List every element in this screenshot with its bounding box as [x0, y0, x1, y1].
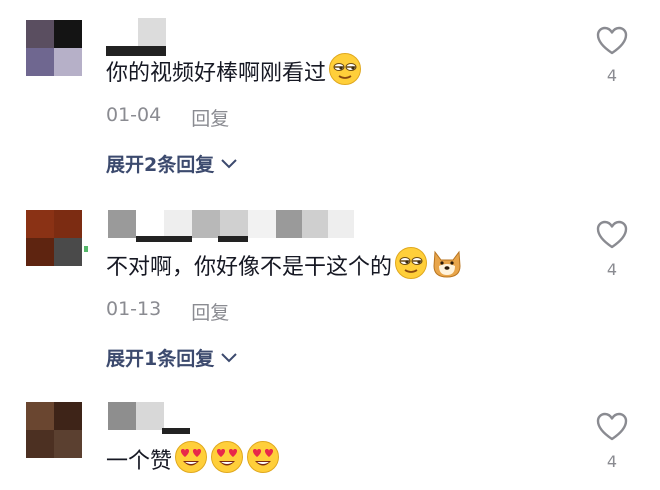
smirk-emoji-icon — [394, 246, 428, 290]
status-dot — [84, 246, 88, 252]
comment-text: 一个赞 — [106, 449, 173, 474]
username-underline — [218, 236, 248, 242]
comment-date: 01-13 — [106, 298, 162, 320]
chevron-down-icon — [220, 153, 238, 175]
heart-eyes-emoji-icon — [174, 440, 208, 484]
expand-replies-label: 展开1条回复 — [106, 348, 215, 370]
avatar[interactable] — [26, 402, 82, 458]
heart-eyes-emoji-icon — [246, 440, 280, 484]
expand-replies-link[interactable]: 展开1条回复 — [106, 344, 238, 371]
comment-text-row: 不对啊，你好像不是干这个的 — [106, 246, 464, 290]
reply-button[interactable]: 回复 — [191, 104, 229, 131]
comment-date: 01-04 — [106, 104, 162, 126]
smirk-emoji-icon — [328, 52, 362, 96]
heart-outline-icon — [596, 220, 628, 254]
comment-text: 你的视频好棒啊刚看过 — [106, 61, 327, 86]
comment-text-row: 一个赞 — [106, 440, 280, 484]
comment-meta: 01-04 回复 — [106, 104, 229, 131]
heart-outline-icon — [596, 26, 628, 60]
like-count: 4 — [606, 260, 618, 279]
avatar[interactable] — [26, 210, 82, 266]
username-blurred[interactable] — [106, 18, 166, 56]
comment-text: 不对啊，你好像不是干这个的 — [106, 255, 393, 280]
avatar[interactable] — [26, 20, 82, 76]
comment-text-row: 你的视频好棒啊刚看过 — [106, 52, 362, 96]
like-button[interactable]: 4 — [594, 26, 630, 85]
username-blurred[interactable] — [108, 402, 164, 430]
doge-emoji-icon — [430, 246, 464, 290]
like-button[interactable]: 4 — [594, 412, 630, 471]
expand-replies-label: 展开2条回复 — [106, 154, 215, 176]
username-underline — [136, 236, 192, 242]
like-count: 4 — [606, 452, 618, 471]
heart-outline-icon — [596, 412, 628, 446]
username-underline — [162, 428, 190, 434]
expand-replies-link[interactable]: 展开2条回复 — [106, 150, 238, 177]
comment-meta: 01-13 回复 — [106, 298, 229, 325]
reply-button[interactable]: 回复 — [191, 298, 229, 325]
like-count: 4 — [606, 66, 618, 85]
username-blurred[interactable] — [108, 210, 354, 238]
like-button[interactable]: 4 — [594, 220, 630, 279]
heart-eyes-emoji-icon — [210, 440, 244, 484]
chevron-down-icon — [220, 347, 238, 369]
